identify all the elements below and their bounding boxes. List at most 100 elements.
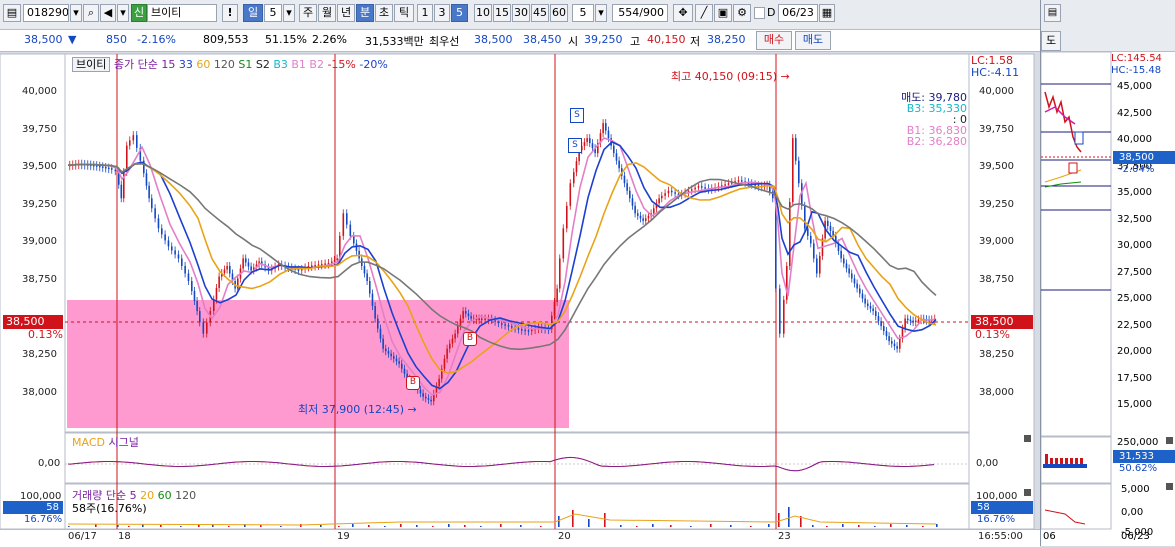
open-price: 39,250 xyxy=(584,33,623,46)
side-close-icon[interactable] xyxy=(1166,437,1173,444)
candle-body xyxy=(893,343,896,347)
side-volume-bar xyxy=(1075,458,1078,464)
candle-body xyxy=(202,322,205,334)
volume-bar xyxy=(620,525,622,527)
low-label: 저 xyxy=(690,35,701,48)
main-chart-svg[interactable] xyxy=(0,52,1040,546)
volume-bar xyxy=(300,524,302,527)
candle-body xyxy=(390,353,392,357)
candle-body xyxy=(136,135,138,148)
sell-signal-marker-2: S xyxy=(568,138,582,153)
candle-body xyxy=(331,261,333,263)
sell-button[interactable]: 매도 xyxy=(795,31,831,50)
period-day-button[interactable]: 일 xyxy=(243,4,263,22)
high-annotation: 최고 40,150 (09:15) → xyxy=(671,68,790,84)
search-icon[interactable]: ⌕ xyxy=(83,4,99,22)
legend-stock-name[interactable]: 브이티 xyxy=(72,57,111,72)
volume-close-icon[interactable] xyxy=(1024,489,1031,496)
minute-15-button[interactable]: 15 xyxy=(493,4,511,22)
crosshair-icon[interactable]: ✥ xyxy=(673,4,693,22)
change-value: 850 xyxy=(106,33,127,46)
minute-5-button[interactable]: 5 xyxy=(451,4,468,22)
candle-body xyxy=(575,161,578,173)
candle-body xyxy=(223,269,226,273)
side-volume-base xyxy=(1043,464,1087,468)
minute-30-button[interactable]: 30 xyxy=(512,4,530,22)
d-checkbox[interactable] xyxy=(754,7,765,19)
low-price: 38,250 xyxy=(707,33,746,46)
minute-45-button[interactable]: 45 xyxy=(531,4,549,22)
period-second-button[interactable]: 초 xyxy=(375,4,393,22)
side-lc-label: LC:145.54 xyxy=(1111,53,1162,64)
interval-chevron-icon[interactable]: ▾ xyxy=(283,4,295,22)
candle-body xyxy=(531,329,533,332)
legend-item: S2 xyxy=(252,58,270,71)
volume-bar xyxy=(778,513,780,527)
candle-body xyxy=(465,311,467,314)
candle-body xyxy=(783,299,785,334)
candle-body xyxy=(108,167,110,170)
candle-body xyxy=(623,175,626,184)
chevron-down-icon-2[interactable]: ▾ xyxy=(117,4,129,22)
speaker-icon[interactable]: ◀ xyxy=(100,4,116,22)
side-y-tick: 35,000 xyxy=(1117,187,1152,198)
candle-body xyxy=(427,398,430,400)
minute-3-button[interactable]: 3 xyxy=(434,4,450,22)
side-tab[interactable]: 도 xyxy=(1041,31,1061,51)
buy-button[interactable]: 매수 xyxy=(756,31,792,50)
chevron-down-icon[interactable]: ▾ xyxy=(70,4,82,22)
count-input[interactable]: 5 xyxy=(572,4,594,22)
calendar-icon[interactable]: ▦ xyxy=(819,4,835,22)
minute-60-button[interactable]: 60 xyxy=(550,4,568,22)
page-counter-field[interactable]: 554/900 xyxy=(612,4,668,22)
minute-1-button[interactable]: 1 xyxy=(417,4,433,22)
volume-bar xyxy=(906,525,908,527)
y-tick-left: 39,500 xyxy=(22,161,57,173)
candle-body xyxy=(363,265,366,274)
stock-name-field[interactable]: 브이티 xyxy=(147,4,217,22)
stock-code-input[interactable]: 018290 xyxy=(23,4,69,22)
interval-input[interactable]: 5 xyxy=(264,4,282,22)
candle-body xyxy=(727,183,730,185)
volume-bar xyxy=(448,524,450,527)
count-chevron-icon[interactable]: ▾ xyxy=(595,4,607,22)
draw-tool-icon[interactable]: ╱ xyxy=(695,4,713,22)
minute-10-button[interactable]: 10 xyxy=(474,4,492,22)
y-tick-left: 39,250 xyxy=(22,198,57,210)
candle-body xyxy=(371,293,374,307)
side-close-icon-2[interactable] xyxy=(1166,483,1173,490)
period-year-button[interactable]: 년 xyxy=(337,4,355,22)
candle-body xyxy=(497,321,500,324)
volume-bar xyxy=(338,526,340,527)
volume-tag-right: 58 xyxy=(971,501,1033,514)
macd-close-icon[interactable] xyxy=(1024,435,1031,442)
candle-body xyxy=(872,308,874,312)
period-minute-button[interactable]: 분 xyxy=(356,4,374,22)
hc-label: HC:-4.11 xyxy=(971,66,1020,79)
y-tick-right: 39,750 xyxy=(979,123,1014,135)
candle-body xyxy=(196,301,198,312)
alert-button[interactable]: ! xyxy=(222,4,238,22)
volume-bar xyxy=(500,524,502,527)
period-week-button[interactable]: 주 xyxy=(299,4,317,22)
candle-body xyxy=(438,378,440,387)
candle-body xyxy=(618,160,620,169)
save-icon[interactable]: ▣ xyxy=(714,4,732,22)
side-menu-icon[interactable]: ▤ xyxy=(1044,4,1061,22)
candle-body xyxy=(875,311,877,317)
period-tick-button[interactable]: 틱 xyxy=(394,4,414,22)
period-month-button[interactable]: 월 xyxy=(318,4,336,22)
date-input[interactable]: 06/23 xyxy=(778,4,818,22)
y-tick-left: 38,750 xyxy=(22,274,57,285)
candle-body xyxy=(631,198,634,206)
candle-body xyxy=(667,190,670,194)
gear-icon[interactable]: ⚙ xyxy=(733,4,751,22)
candle-body xyxy=(336,258,338,260)
volume-bar xyxy=(670,525,672,527)
menu-icon[interactable]: ▤ xyxy=(3,4,21,22)
quote-bar: 38,500 ▼ 850 -2.16% 809,553 51.15% 2.26%… xyxy=(0,30,1040,52)
side-sell-marker xyxy=(1074,131,1084,145)
candle-body xyxy=(314,264,316,267)
y-tick-right: 39,250 xyxy=(979,198,1014,210)
volume-bar xyxy=(858,525,860,527)
